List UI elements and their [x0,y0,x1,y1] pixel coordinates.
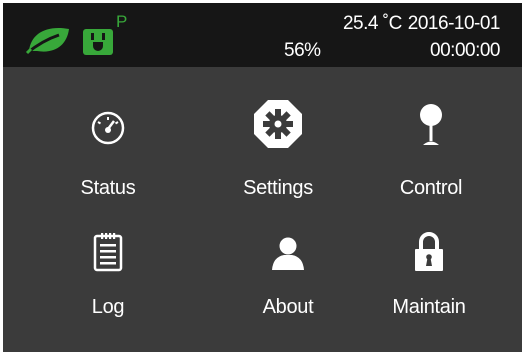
temperature-date-readout: 25.4 ˚C 2016-10-01 [342,13,501,35]
date-value: 2016-10-01 [407,13,501,34]
clipboard-icon [93,233,123,272]
temperature-value: 25.4 ˚C [342,13,402,34]
status-bar: P 25.4 ˚C 2016-10-01 56% 00:00:00 [3,3,522,67]
person-icon [272,237,304,270]
menu-item-log[interactable]: Log [33,223,183,333]
menu-label-settings: Settings [243,177,313,199]
menu-label-about: About [262,296,314,318]
clock-value: 00:00:00 [430,40,500,61]
menu-item-about[interactable]: About [213,223,363,333]
leaf-icon [25,27,69,55]
menu-item-maintain[interactable]: Maintain [354,223,504,333]
device-screen: P 25.4 ˚C2016-10-01 56% 00:00:00 Status [3,3,522,352]
menu-item-status[interactable]: Status [33,103,183,213]
menu-item-control[interactable]: Control [356,103,506,213]
menu-label-log: Log [91,296,125,318]
menu-label-status: Status [80,177,136,199]
gear-icon [254,100,302,148]
power-mode-indicator: P [116,12,128,31]
menu-label-control: Control [399,177,463,199]
gauge-icon [91,111,125,145]
lock-icon [415,232,443,271]
menu-label-maintain: Maintain [392,296,466,318]
menu-item-settings[interactable]: Settings [203,100,353,213]
plug-icon [83,29,113,55]
humidity-value: 56% [284,40,321,61]
joystick-icon [420,104,442,145]
